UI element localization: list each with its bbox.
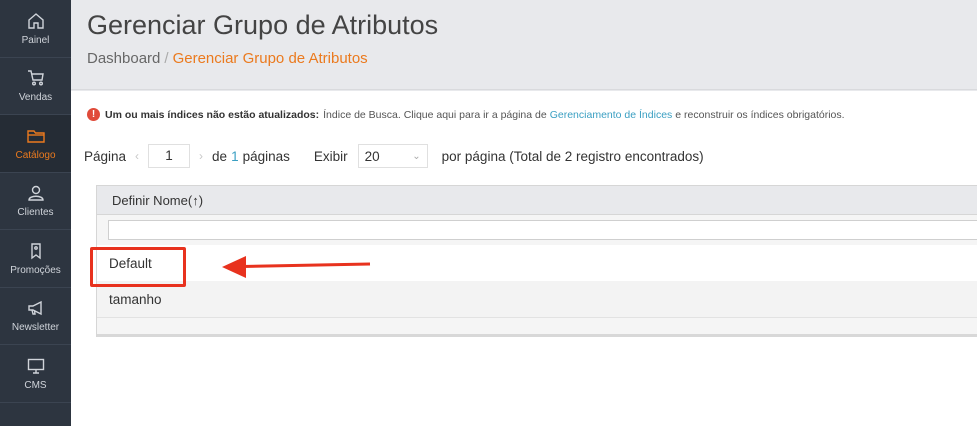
table-row[interactable]: tamanho	[97, 281, 977, 317]
per-page-select[interactable]: 20 ⌄	[357, 144, 428, 168]
column-header-set-name[interactable]: Definir Nome (↑)	[97, 185, 977, 215]
sidebar-item-label: Vendas	[18, 92, 53, 104]
sidebar-item-painel[interactable]: Painel	[0, 0, 71, 58]
cart-icon	[26, 68, 46, 88]
user-icon	[26, 183, 46, 203]
megaphone-icon	[26, 298, 46, 318]
sidebar-item-newsletter[interactable]: Newsletter	[0, 288, 71, 345]
page-title: Gerenciar Grupo de Atributos	[87, 10, 439, 40]
annotation-arrow	[222, 256, 371, 278]
sidebar-item-label: Clientes	[17, 207, 54, 219]
per-page-value: 20	[364, 148, 380, 164]
show-label: Exibir	[313, 148, 348, 164]
home-icon	[26, 11, 46, 31]
filter-row	[97, 215, 977, 245]
tag-icon	[26, 241, 46, 261]
grid-footer	[97, 317, 977, 337]
per-page-label: por página (Total de	[441, 148, 561, 164]
sidebar-item-cms[interactable]: CMS	[0, 345, 71, 403]
sort-arrow-icon: (↑)	[187, 192, 204, 208]
sidebar-item-more[interactable]	[0, 403, 71, 423]
alert-text-after: e reconstruir os índices obrigatórios.	[675, 108, 845, 121]
sidebar-item-label: Promoções	[10, 264, 61, 276]
annotation-highlight-box	[90, 247, 186, 287]
sidebar-item-label: CMS	[24, 379, 47, 391]
total-records: 2	[564, 148, 573, 164]
alert-text: Índice de Busca. Clique aqui para ir a p…	[323, 108, 547, 121]
alert-title: Um ou mais índices não estão atualizados…	[105, 108, 320, 121]
pages-label: páginas	[242, 148, 290, 164]
set-name-filter-input[interactable]	[108, 220, 977, 240]
next-page-button[interactable]: ›	[199, 149, 203, 163]
folder-icon	[26, 126, 46, 146]
total-pages: 1	[231, 148, 239, 164]
records-label: registro encontrados)	[576, 148, 704, 164]
row-set-name: tamanho	[109, 291, 162, 307]
monitor-icon	[26, 356, 46, 376]
pager: Página ‹ 1 › de 1 páginas Exibir 20 ⌄ po…	[84, 144, 704, 168]
breadcrumb-separator: /	[164, 50, 169, 67]
index-management-link[interactable]: Gerenciamento de Índices	[550, 109, 673, 121]
breadcrumb: Dashboard / Gerenciar Grupo de Atributos	[87, 50, 368, 67]
page-label: Página	[84, 148, 127, 164]
sidebar-item-clientes[interactable]: Clientes	[0, 173, 71, 230]
of-label: de	[212, 148, 228, 164]
sidebar-item-vendas[interactable]: Vendas	[0, 58, 71, 115]
warning-icon: !	[87, 108, 100, 121]
column-header-label: Definir Nome	[112, 192, 188, 208]
prev-page-button[interactable]: ‹	[135, 149, 139, 163]
index-alert: ! Um ou mais índices não estão atualizad…	[87, 108, 845, 121]
sidebar-item-promocoes[interactable]: Promoções	[0, 230, 71, 288]
main-content: ! Um ou mais índices não estão atualizad…	[71, 91, 977, 426]
sidebar-item-catalogo[interactable]: Catálogo	[0, 115, 71, 173]
chevron-down-icon: ⌄	[412, 150, 421, 162]
breadcrumb-dashboard[interactable]: Dashboard	[87, 50, 160, 67]
sidebar-item-label: Painel	[21, 34, 50, 46]
sidebar: Painel Vendas Catálogo Clientes Promoçõe…	[0, 0, 71, 426]
sidebar-item-label: Newsletter	[11, 322, 60, 334]
breadcrumb-current: Gerenciar Grupo de Atributos	[172, 50, 368, 67]
sidebar-item-label: Catálogo	[15, 149, 56, 161]
page-header: Gerenciar Grupo de Atributos Dashboard / G…	[71, 0, 977, 90]
page-number-input[interactable]: 1	[148, 144, 191, 168]
